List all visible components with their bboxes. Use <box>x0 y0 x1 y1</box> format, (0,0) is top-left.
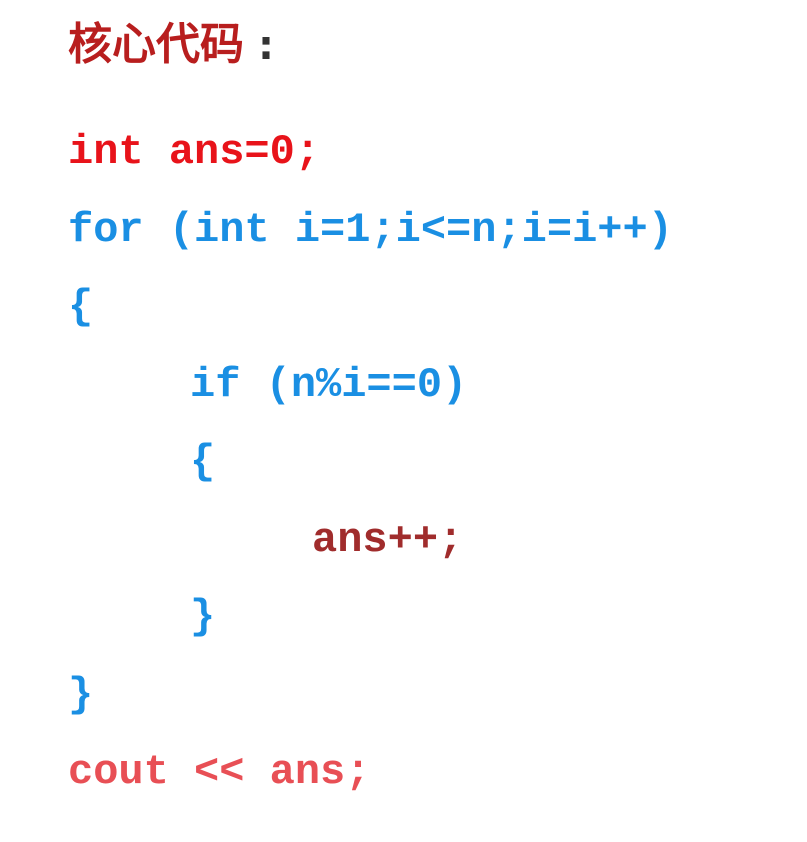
slide-heading: 核心代码: <box>68 10 274 80</box>
code-line-5: { <box>190 438 216 486</box>
code-line-2: for (int i=1;i<=n;i=i++) <box>68 205 673 254</box>
code-line-9: cout << ans; <box>68 748 371 796</box>
code-line-1: int ans=0; <box>68 128 321 176</box>
heading-colon: : <box>258 23 274 69</box>
heading-title: 核心代码 <box>68 19 244 70</box>
code-line-7: } <box>190 593 216 641</box>
code-line-8: } <box>68 670 94 719</box>
code-line-6: ans++; <box>312 515 464 564</box>
code-line-4: if (n%i==0) <box>190 360 468 409</box>
code-line-3: { <box>68 283 94 331</box>
code-slide: 核心代码: int ans=0; for (int i=1;i<=n;i=i++… <box>0 0 807 842</box>
